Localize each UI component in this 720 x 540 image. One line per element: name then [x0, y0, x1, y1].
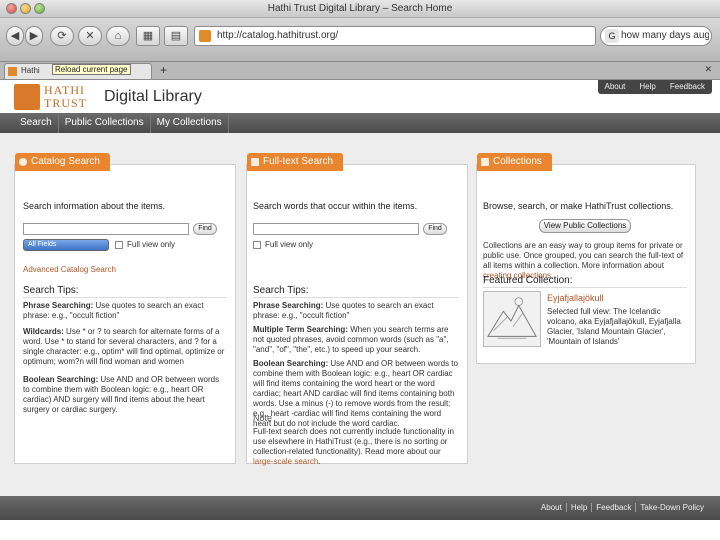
title-bar: Hathi Trust Digital Library – Search Hom… — [0, 0, 720, 18]
fulltext-tip-2-label: Multiple Term Searching: — [253, 325, 348, 334]
catalog-find-button[interactable]: Find — [193, 223, 217, 235]
catalog-tip-2: Wildcards: Use * or ? to search for alte… — [23, 327, 227, 367]
search-text: how many days august — [621, 30, 709, 41]
fulltext-search-input[interactable] — [253, 223, 419, 235]
catalog-search-title: Catalog Search — [31, 156, 100, 167]
catalog-search-input[interactable] — [23, 223, 189, 235]
reload-button[interactable]: ⟳ — [50, 26, 74, 46]
stop-button[interactable]: ✕ — [78, 26, 102, 46]
footer-links: About Help Feedback Take-Down Policy — [537, 503, 708, 512]
fulltext-search-icon — [251, 158, 259, 166]
hathitrust-logo[interactable]: HATHI TRUST — [14, 84, 92, 110]
back-button[interactable]: ◀ — [6, 26, 24, 46]
fulltext-tips-title: Search Tips: — [253, 285, 309, 296]
window-title: Hathi Trust Digital Library – Search Hom… — [267, 3, 453, 14]
advanced-catalog-search-link[interactable]: Advanced Catalog Search — [23, 265, 116, 275]
featured-collection-thumbnail[interactable] — [483, 291, 541, 347]
site-footer: About Help Feedback Take-Down Policy — [0, 496, 720, 520]
featured-collection-desc: Selected full view: The Icelandic volcan… — [547, 307, 681, 346]
browser-window: Hathi Trust Digital Library – Search Hom… — [0, 0, 720, 520]
catalog-field-select[interactable]: All Fields — [23, 239, 109, 251]
catalog-fullview-checkbox[interactable] — [115, 241, 123, 249]
collections-intro: Browse, search, or make HathiTrust colle… — [483, 201, 674, 211]
tab-label: Hathi — [21, 66, 40, 75]
home-button[interactable]: ⌂ — [106, 26, 130, 46]
fulltext-fullview-checkbox[interactable] — [253, 241, 261, 249]
large-scale-search-link[interactable]: large-scale search — [253, 457, 318, 466]
util-feedback-link[interactable]: Feedback — [663, 80, 712, 94]
fulltext-note-end: . — [318, 457, 321, 466]
fulltext-tip-3-text: Use AND and OR between words to combine … — [253, 359, 458, 428]
fulltext-search-title: Full-text Search — [263, 156, 334, 167]
fulltext-find-button[interactable]: Find — [423, 223, 447, 235]
fulltext-note-title: Note — [253, 413, 273, 423]
collections-desc-text: Collections are an easy way to group ite… — [483, 241, 684, 270]
catalog-fullview-label: Full view only — [127, 240, 176, 249]
view-public-collections-button[interactable]: View Public Collections — [539, 219, 631, 233]
forward-button[interactable]: ▶ — [25, 26, 43, 46]
collections-icon — [481, 158, 489, 166]
fulltext-search-panel: Full-text Search Search words that occur… — [246, 153, 468, 467]
fulltext-note-text: Full-text search does not currently incl… — [253, 427, 454, 456]
tab-bar: Hathi Reload current page + ✕ — [0, 62, 720, 80]
new-tab-button[interactable]: + — [160, 63, 167, 77]
reload-tooltip: Reload current page — [52, 64, 131, 75]
url-text: http://catalog.hathitrust.org/ — [217, 30, 339, 41]
footer-takedown-link[interactable]: Take-Down Policy — [636, 503, 708, 512]
url-bar[interactable]: http://catalog.hathitrust.org/ — [194, 26, 596, 46]
util-help-link[interactable]: Help — [632, 80, 662, 94]
logo-text: HATHI TRUST — [44, 84, 87, 110]
fulltext-intro: Search words that occur within the items… — [253, 201, 418, 211]
fulltext-tip-3: Boolean Searching: Use AND and OR betwee… — [253, 359, 461, 429]
nav-my-collections[interactable]: My Collections — [151, 113, 229, 133]
tab-close-icon[interactable]: ✕ — [704, 64, 712, 75]
site-header: HATHI TRUST Digital Library About Help F… — [0, 80, 720, 113]
catalog-search-panel: Catalog Search Search information about … — [14, 153, 236, 464]
featured-collection-link[interactable]: Eyjafjallajökull — [547, 293, 604, 303]
search-engine-icon[interactable]: G — [605, 29, 619, 43]
page-content: HATHI TRUST Digital Library About Help F… — [0, 80, 720, 520]
fulltext-tip-1: Phrase Searching: Use quotes to search a… — [253, 301, 461, 321]
fulltext-tip-2: Multiple Term Searching: When you search… — [253, 325, 461, 355]
catalog-tip-2-label: Wildcards: — [23, 327, 64, 336]
featured-divider — [483, 287, 687, 288]
tab-favicon-icon — [8, 67, 17, 76]
addon-icon[interactable]: ▤ — [164, 26, 188, 46]
volcano-sketch-icon — [484, 292, 540, 346]
collections-header: Collections — [477, 153, 552, 171]
logo-line2: TRUST — [44, 96, 88, 110]
footer-help-link[interactable]: Help — [567, 503, 593, 512]
catalog-tips-divider — [23, 297, 227, 298]
fulltext-fullview-label: Full view only — [265, 240, 314, 249]
fulltext-tip-3-label: Boolean Searching: — [253, 359, 329, 368]
catalog-tip-3: Boolean Searching: Use AND and OR betwee… — [23, 375, 227, 415]
footer-about-link[interactable]: About — [537, 503, 567, 512]
collections-title: Collections — [493, 156, 542, 167]
utility-nav: About Help Feedback — [597, 80, 712, 94]
search-input[interactable]: G how many days august — [600, 26, 712, 46]
nav-public-collections[interactable]: Public Collections — [59, 113, 151, 133]
fulltext-note: Full-text search does not currently incl… — [253, 427, 461, 467]
fulltext-search-header: Full-text Search — [247, 153, 344, 171]
fulltext-tips-divider — [253, 297, 459, 298]
catalog-tips-title: Search Tips: — [23, 285, 79, 296]
logo-mark-icon — [14, 84, 40, 110]
footer-feedback-link[interactable]: Feedback — [592, 503, 637, 512]
site-favicon-icon — [199, 30, 211, 42]
catalog-search-header: Catalog Search — [15, 153, 110, 171]
catalog-intro: Search information about the items. — [23, 201, 166, 211]
main-nav: Search Public Collections My Collections — [0, 113, 720, 133]
collections-panel: Collections Browse, search, or make Hath… — [476, 153, 696, 364]
catalog-tip-1-label: Phrase Searching: — [23, 301, 94, 310]
fulltext-tip-1-label: Phrase Searching: — [253, 301, 324, 310]
util-about-link[interactable]: About — [598, 80, 633, 94]
browser-toolbar: ◀ ▶ ⟳ ✕ ⌂ ▦ ▤ http://catalog.hathitrust.… — [0, 18, 720, 62]
bookmark-icon[interactable]: ▦ — [136, 26, 160, 46]
catalog-search-icon — [19, 158, 27, 166]
catalog-tip-1: Phrase Searching: Use quotes to search a… — [23, 301, 227, 321]
featured-collection-label: Featured Collection: — [483, 275, 573, 286]
nav-search[interactable]: Search — [14, 113, 59, 133]
brand-title: Digital Library — [104, 88, 202, 105]
catalog-tip-3-label: Boolean Searching: — [23, 375, 99, 384]
